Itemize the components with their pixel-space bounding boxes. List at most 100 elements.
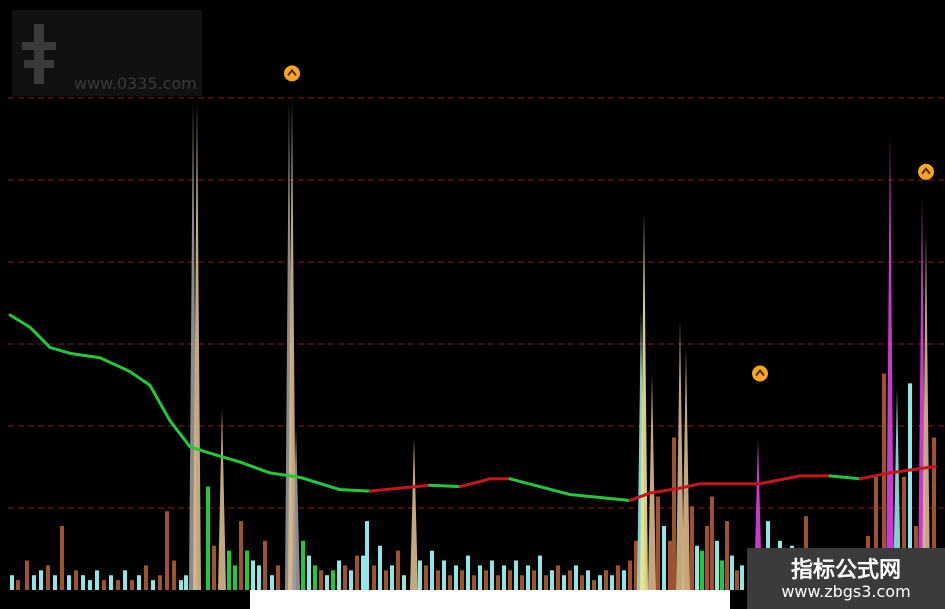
volume-bar bbox=[233, 565, 237, 590]
volume-bar bbox=[116, 580, 120, 590]
volume-bar bbox=[32, 575, 36, 590]
spike-bar bbox=[682, 348, 690, 590]
volume-bar bbox=[460, 570, 464, 590]
volume-bar bbox=[39, 570, 43, 590]
trend-line-segment bbox=[338, 488, 372, 493]
volume-bar bbox=[430, 550, 434, 590]
volume-bar bbox=[313, 565, 317, 590]
volume-bar bbox=[184, 575, 188, 590]
volume-bar bbox=[245, 550, 249, 590]
volume-bar bbox=[574, 565, 578, 590]
volume-bar bbox=[239, 521, 243, 590]
watermark-url: www.0335.com bbox=[74, 74, 197, 93]
volume-bar bbox=[88, 580, 92, 590]
volume-bar bbox=[490, 560, 494, 590]
trend-line-segment bbox=[148, 383, 172, 423]
volume-bar bbox=[720, 560, 724, 590]
trend-line-segment bbox=[48, 345, 72, 355]
trend-line-segment bbox=[508, 477, 542, 489]
volume-bar bbox=[668, 540, 672, 590]
trend-line-segment bbox=[168, 419, 192, 449]
volume-bar bbox=[384, 570, 388, 590]
trend-line bbox=[8, 313, 937, 502]
volume-bar bbox=[730, 555, 734, 590]
volume-bar bbox=[725, 521, 729, 590]
volume-bar bbox=[532, 570, 536, 590]
volume-bar bbox=[562, 575, 566, 590]
volume-bar bbox=[355, 555, 359, 590]
trend-line-segment bbox=[298, 475, 342, 492]
volume-bar bbox=[550, 570, 554, 590]
volume-bar bbox=[538, 555, 542, 590]
volume-bar bbox=[179, 580, 183, 590]
volume-bar bbox=[586, 570, 590, 590]
volume-bar bbox=[60, 526, 64, 590]
volume-bar bbox=[466, 555, 470, 590]
trend-line-segment bbox=[428, 483, 462, 489]
volume-bar bbox=[158, 575, 162, 590]
volume-bar bbox=[556, 565, 560, 590]
volume-bar bbox=[307, 555, 311, 590]
brand-url: www.zbgs3.com bbox=[781, 582, 911, 601]
volume-bar bbox=[616, 565, 620, 590]
volume-bar bbox=[25, 560, 29, 590]
volume-bar bbox=[361, 555, 365, 590]
volume-bar bbox=[710, 496, 714, 590]
volume-bar bbox=[740, 565, 744, 590]
volume-bar bbox=[436, 570, 440, 590]
volume-bar bbox=[484, 570, 488, 590]
trend-line-segment bbox=[678, 482, 702, 490]
volume-bar bbox=[81, 575, 85, 590]
volume-bar bbox=[672, 437, 676, 590]
volume-bar bbox=[95, 570, 99, 590]
volume-bar bbox=[402, 575, 406, 590]
spike-bar bbox=[886, 132, 894, 590]
volume-bar bbox=[502, 565, 506, 590]
volume-bar bbox=[610, 575, 614, 590]
volume-bar bbox=[715, 540, 719, 590]
signal-arrow-circle bbox=[918, 163, 934, 180]
volume-bar bbox=[705, 526, 709, 590]
watermark-box: www.0335.com bbox=[12, 10, 202, 96]
volume-bar bbox=[656, 496, 660, 590]
volume-bar bbox=[496, 575, 500, 590]
volume-bar bbox=[526, 565, 530, 590]
signal-arrow-icon bbox=[918, 163, 934, 180]
trend-line-segment bbox=[68, 351, 102, 360]
volume-bar bbox=[270, 575, 274, 590]
volume-bar bbox=[598, 575, 602, 590]
volume-bar bbox=[137, 575, 141, 590]
trend-line-segment bbox=[758, 474, 802, 486]
volume-bar bbox=[390, 565, 394, 590]
volume-bar bbox=[520, 575, 524, 590]
volume-bar bbox=[580, 575, 584, 590]
volume-bar bbox=[74, 570, 78, 590]
volume-bar bbox=[695, 545, 699, 590]
volume-bar bbox=[10, 575, 14, 590]
volume-bar bbox=[109, 575, 113, 590]
volume-bar bbox=[325, 575, 329, 590]
volume-bar bbox=[424, 565, 428, 590]
trend-line-segment bbox=[598, 496, 632, 502]
volume-bar bbox=[592, 580, 596, 590]
volume-bar bbox=[735, 570, 739, 590]
trend-line-segment bbox=[128, 370, 152, 387]
volume-bar bbox=[331, 570, 335, 590]
volume-bar bbox=[622, 570, 626, 590]
volume-bar bbox=[662, 526, 666, 590]
volume-bar bbox=[172, 560, 176, 590]
volume-bar bbox=[130, 580, 134, 590]
trend-line-segment bbox=[458, 477, 492, 489]
signal-arrow-icon bbox=[752, 365, 768, 382]
volume-bar bbox=[165, 511, 169, 590]
volume-bar bbox=[46, 565, 50, 590]
volume-bar bbox=[102, 580, 106, 590]
signal-arrow-circle bbox=[284, 65, 300, 82]
trend-line-segment bbox=[238, 460, 272, 475]
volume-bar bbox=[212, 545, 216, 590]
trend-line-segment bbox=[8, 313, 32, 329]
volume-bar bbox=[16, 580, 20, 590]
volume-bar bbox=[301, 540, 305, 590]
volume-bar bbox=[276, 565, 280, 590]
volume-bar bbox=[604, 570, 608, 590]
